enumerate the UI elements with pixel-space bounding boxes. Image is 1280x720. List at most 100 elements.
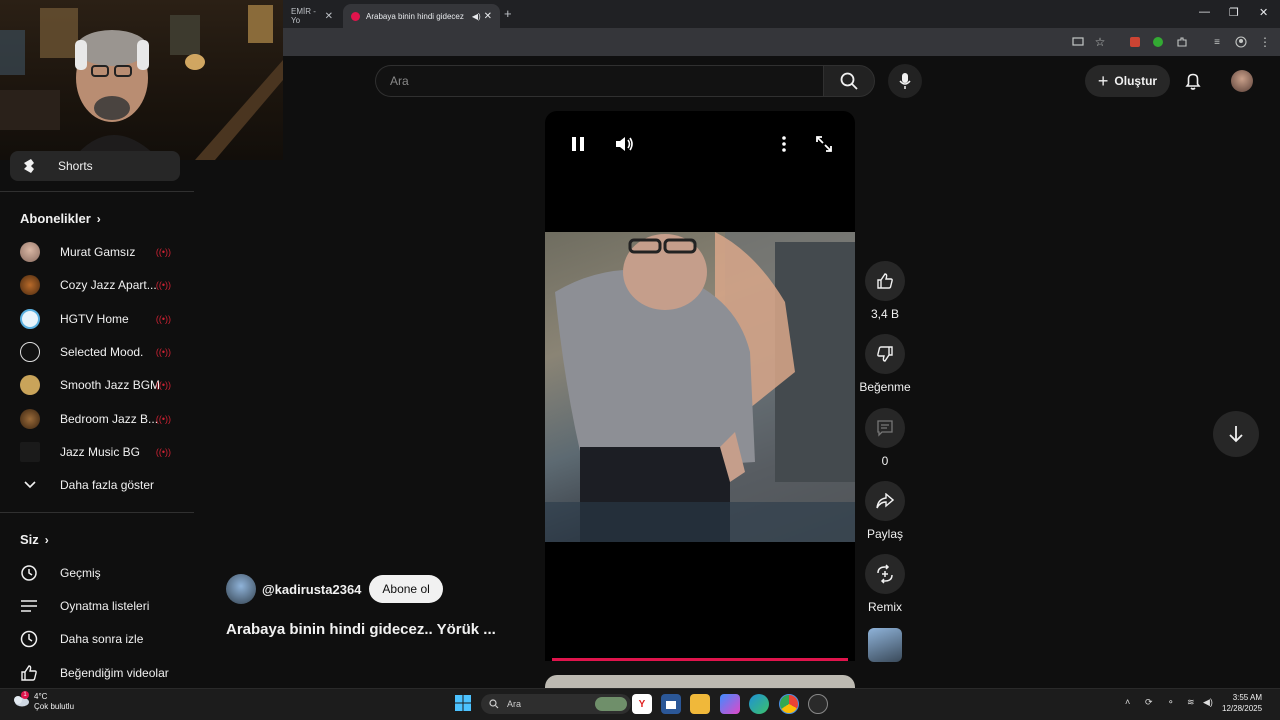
obs-app-icon[interactable] (808, 694, 828, 714)
yandex-app-icon[interactable]: Y (632, 694, 652, 714)
search-input[interactable]: Ara (375, 65, 823, 97)
maximize-icon[interactable]: ❐ (1229, 6, 1239, 19)
dislike-button[interactable] (865, 334, 905, 374)
sidebar-show-more[interactable]: Daha fazla göster (20, 474, 175, 496)
sidebar-item-murat-gamsiz[interactable]: Murat Gamsız ((•)) (20, 241, 175, 263)
sidebar-item-history[interactable]: Geçmiş (20, 562, 175, 584)
item-label: Beğendiğim videolar (60, 666, 169, 680)
comment-action[interactable]: 0 (860, 408, 910, 468)
video-title[interactable]: Arabaya binin hindi gidecez.. Yörük ... (226, 621, 496, 638)
sidebar-item-selected-mood[interactable]: Selected Mood. ((•)) (20, 341, 175, 363)
copilot-app-icon[interactable] (720, 694, 740, 714)
profile-icon[interactable] (1233, 34, 1249, 50)
channel-name: Cozy Jazz Apart... (60, 278, 157, 292)
more-options-icon[interactable] (778, 135, 790, 153)
chrome-app-icon[interactable] (779, 694, 799, 714)
channel-name: Murat Gamsız (60, 245, 136, 259)
sidebar-item-playlists[interactable]: Oynatma listeleri (20, 595, 175, 617)
live-icon: ((•)) (155, 347, 171, 357)
sidebar-item-shorts[interactable]: Shorts (10, 151, 180, 181)
share-button[interactable] (865, 481, 905, 521)
store-app-icon[interactable] (661, 694, 681, 714)
notifications-bell-icon[interactable] (1183, 71, 1203, 91)
remix-action[interactable]: Remix (860, 554, 910, 614)
avatar (20, 409, 40, 429)
tab-emir[interactable]: EMİR - Yo ✕ (283, 4, 341, 28)
window-close-icon[interactable]: ✕ (1259, 6, 1268, 19)
weather-widget[interactable]: 4°C Çok bulutlu (34, 692, 74, 712)
volume-icon[interactable] (615, 135, 635, 153)
search-placeholder: Ara (390, 74, 409, 88)
speaker-icon[interactable]: ◀) (1203, 697, 1213, 708)
dislike-action[interactable]: Beğenme (859, 334, 911, 394)
edge-app-icon[interactable] (749, 694, 769, 714)
share-icon (876, 493, 894, 509)
sidebar-item-bedroom-jazz[interactable]: Bedroom Jazz B... ((•)) (20, 408, 175, 430)
like-button[interactable] (865, 261, 905, 301)
subscriptions-heading[interactable]: Abonelikler › (20, 211, 101, 226)
share-action[interactable]: Paylaş (860, 481, 910, 541)
taskbar-clock[interactable]: 3:55 AM 12/28/2025 (1222, 692, 1262, 714)
search-highlight-icon (595, 697, 627, 711)
close-tab-icon[interactable]: ✕ (325, 11, 333, 22)
close-tab-icon[interactable]: ✕ (484, 11, 492, 22)
avatar (20, 275, 40, 295)
create-button[interactable]: + Oluştur (1085, 65, 1170, 97)
channel-handle[interactable]: @kadirusta2364 (262, 582, 361, 597)
subscribe-button[interactable]: Abone ol (369, 575, 443, 603)
fullscreen-icon[interactable] (815, 135, 833, 153)
remix-label: Remix (867, 600, 902, 614)
channel-avatar[interactable] (226, 574, 256, 604)
taskbar-search[interactable]: Ara (481, 694, 631, 714)
audio-thumbnail[interactable] (868, 628, 902, 662)
shorts-player[interactable] (545, 111, 855, 661)
you-heading[interactable]: Siz › (20, 532, 49, 547)
new-tab-icon[interactable]: + (504, 6, 512, 21)
sidebar-item-watch-later[interactable]: Daha sonra izle (20, 628, 175, 650)
tray-microphone-icon[interactable]: ⚬ (1167, 697, 1175, 708)
weather-badge: 1 (21, 691, 29, 699)
wifi-icon[interactable]: ≋ (1187, 697, 1195, 708)
tray-sync-icon[interactable]: ⟳ (1145, 697, 1153, 708)
media-control-icon[interactable]: ≡ (1209, 34, 1225, 50)
item-label: Geçmiş (60, 566, 101, 580)
windows-start-icon[interactable] (454, 694, 472, 712)
minimize-icon[interactable]: — (1199, 6, 1210, 18)
sidebar-divider (0, 191, 194, 192)
browser-menu-icon[interactable]: ⋮ (1257, 34, 1273, 50)
voice-search-button[interactable] (888, 64, 922, 98)
next-short-button[interactable] (1213, 411, 1259, 457)
video-progress-bar[interactable] (552, 658, 848, 661)
pause-icon[interactable] (571, 136, 585, 152)
like-action[interactable]: 3,4 B (860, 261, 910, 321)
channel-name: HGTV Home (60, 312, 129, 326)
share-label: Paylaş (866, 527, 904, 541)
item-label: Daha sonra izle (60, 632, 144, 646)
account-avatar[interactable] (1231, 70, 1253, 92)
extension-red-icon[interactable] (1127, 34, 1143, 50)
file-explorer-icon[interactable] (690, 694, 710, 714)
show-more-label: Daha fazla göster (60, 478, 155, 492)
install-app-icon[interactable] (1070, 34, 1086, 50)
tab-active-short[interactable]: Arabaya binin hindi gidecez ◀) ✕ (343, 4, 500, 28)
sidebar-item-label: Shorts (58, 159, 93, 173)
extension-green-icon[interactable] (1150, 34, 1166, 50)
sidebar-item-jazz-music-bg[interactable]: Jazz Music BG ((•)) (20, 441, 175, 463)
sidebar-item-hgtv-home[interactable]: HGTV Home ((•)) (20, 308, 175, 330)
sidebar-item-smooth-jazz[interactable]: Smooth Jazz BGM ((•)) (20, 374, 175, 396)
search-icon (489, 699, 499, 709)
speaker-icon[interactable]: ◀) (472, 12, 481, 21)
plus-icon: + (1097, 70, 1109, 91)
taskbar-search-placeholder: Ara (507, 699, 522, 709)
next-short-preview[interactable] (545, 675, 855, 688)
tray-chevron-up-icon[interactable]: ˄ (1125, 697, 1130, 707)
sidebar-item-cozy-jazz[interactable]: Cozy Jazz Apart... ((•)) (20, 274, 175, 296)
bookmark-star-icon[interactable]: ☆ (1092, 34, 1108, 50)
avatar (20, 309, 40, 329)
remix-button[interactable] (865, 554, 905, 594)
sidebar-item-liked-videos[interactable]: Beğendiğim videolar (20, 662, 175, 684)
search-button[interactable] (823, 65, 875, 97)
extensions-puzzle-icon[interactable] (1174, 34, 1190, 50)
comment-button[interactable] (865, 408, 905, 448)
thumb-up-icon (876, 272, 894, 290)
